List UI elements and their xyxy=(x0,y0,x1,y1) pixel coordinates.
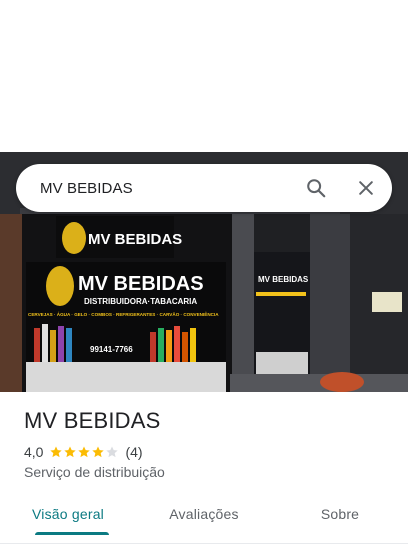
tab-about[interactable]: Sobre xyxy=(272,492,408,543)
sign-items: CERVEJAS · ÁGUA · GELO · COMBOS · REFRIG… xyxy=(28,310,219,317)
svg-text:MV BEBIDAS: MV BEBIDAS xyxy=(258,275,309,284)
star-icon xyxy=(50,446,63,458)
search-bar[interactable]: MV BEBIDAS xyxy=(16,164,392,212)
sign-phone: 99141-7766 xyxy=(90,345,133,354)
search-icon[interactable] xyxy=(296,168,336,208)
rating-row[interactable]: 4,0 (4) xyxy=(24,444,394,460)
sign-main-title: MV BEBIDAS xyxy=(78,273,204,295)
search-input[interactable]: MV BEBIDAS xyxy=(40,180,296,197)
star-icon xyxy=(92,446,105,458)
star-icon xyxy=(106,446,119,458)
place-category[interactable]: Serviço de distribuição xyxy=(24,464,394,480)
sign-upper-title: MV BEBIDAS xyxy=(88,231,182,248)
top-blank-area xyxy=(0,0,408,152)
tab-reviews[interactable]: Avaliações xyxy=(136,492,272,543)
star-icon xyxy=(64,446,77,458)
place-title: MV BEBIDAS xyxy=(24,408,161,433)
review-count[interactable]: (4) xyxy=(125,444,142,460)
sign-subtitle: DISTRIBUIDORA·TABACARIA xyxy=(84,297,197,306)
close-icon[interactable] xyxy=(346,168,386,208)
tab-bar: Visão geral Avaliações Sobre xyxy=(0,492,408,544)
place-info: MV BEBIDAS 4,0 (4) Serviço de distribuiç… xyxy=(24,408,394,480)
tab-overview[interactable]: Visão geral xyxy=(0,492,136,543)
active-tab-indicator xyxy=(35,532,109,535)
star-icon xyxy=(78,446,91,458)
star-rating xyxy=(49,445,119,459)
rating-value: 4,0 xyxy=(24,444,44,460)
